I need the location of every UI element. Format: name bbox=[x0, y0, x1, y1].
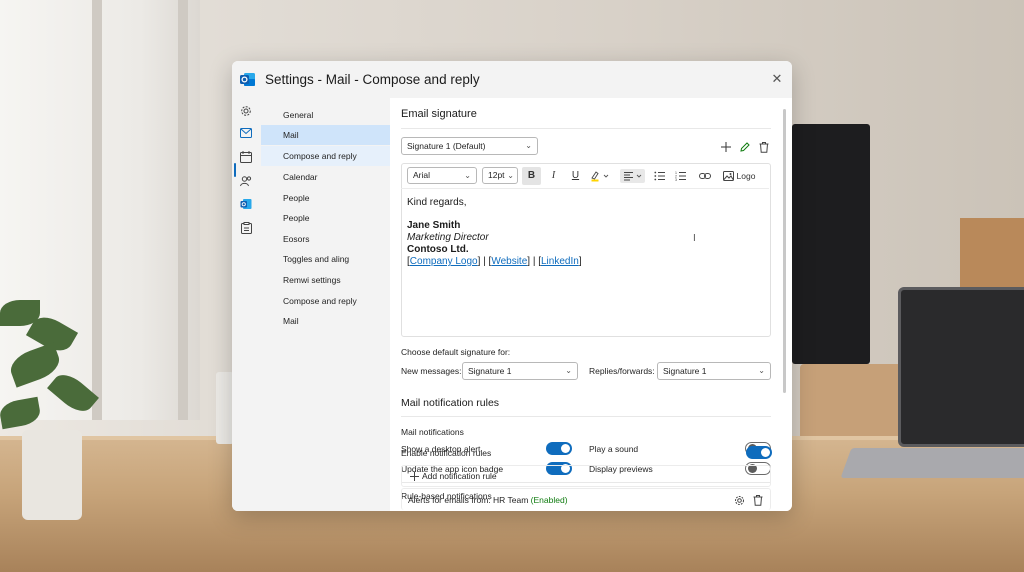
clipboard-icon[interactable] bbox=[239, 221, 253, 235]
laptop-base bbox=[840, 448, 1024, 478]
highlight-icon[interactable] bbox=[590, 169, 612, 183]
delete-signature-icon[interactable] bbox=[757, 140, 771, 154]
link-icon[interactable] bbox=[698, 169, 712, 183]
nav-item-people[interactable]: People bbox=[261, 188, 390, 208]
email-signature-heading: Email signature bbox=[401, 108, 477, 120]
signature-company: Contoso Ltd. bbox=[407, 244, 469, 255]
signature-select[interactable]: Signature 1 (Default) ⌄ bbox=[401, 137, 538, 155]
desktop-alert-toggle[interactable] bbox=[546, 442, 572, 455]
shelf bbox=[960, 218, 1024, 288]
outlook-icon bbox=[239, 71, 256, 88]
format-toolbar: Arial ⌄ 12pt ⌄ B I U 1 2 3 Logo bbox=[401, 163, 769, 189]
logo-button[interactable]: Logo bbox=[734, 167, 758, 185]
signature-name: Jane Smith bbox=[407, 220, 461, 231]
toggle-knob bbox=[761, 448, 770, 457]
nav-item-remwi-settings[interactable]: Remwi settings bbox=[261, 270, 390, 290]
signature-editor-inner: Arial ⌄ 12pt ⌄ B I U 1 2 3 Logo Kind reg… bbox=[401, 163, 771, 339]
nav-item-mail[interactable]: Mail bbox=[261, 125, 390, 145]
people-icon[interactable] bbox=[239, 174, 253, 188]
chevron-down-icon: ⌄ bbox=[464, 171, 471, 180]
linkedin-link[interactable]: LinkedIn bbox=[541, 256, 579, 267]
add-rule-label: Add notification rule bbox=[422, 471, 497, 481]
bullet-list-icon[interactable] bbox=[652, 169, 666, 183]
enable-rules-toggle[interactable] bbox=[746, 446, 772, 459]
edit-signature-icon[interactable] bbox=[738, 140, 752, 154]
icon-rail bbox=[232, 98, 261, 511]
mail-notifications-heading: Mail notifications bbox=[401, 427, 464, 437]
close-button[interactable]: ✕ bbox=[768, 70, 786, 88]
nav-item-general[interactable]: General bbox=[261, 105, 390, 125]
image-icon[interactable] bbox=[721, 169, 735, 183]
calendar-icon[interactable] bbox=[239, 150, 253, 164]
plus-icon bbox=[407, 469, 421, 483]
replies-forwards-select[interactable]: Signature 1 ⌄ bbox=[657, 362, 771, 380]
signature-job-title: Marketing Director bbox=[407, 232, 489, 243]
italic-button[interactable]: I bbox=[544, 167, 563, 185]
settings-subnav: General Mail Compose and reply Calendar … bbox=[261, 98, 390, 511]
rule-item-status: (Enabled) bbox=[530, 495, 568, 505]
font-select-value: Arial bbox=[413, 170, 431, 180]
new-messages-select[interactable]: Signature 1 ⌄ bbox=[462, 362, 578, 380]
bracket: ] bbox=[578, 256, 582, 267]
signature-select-value: Signature 1 (Default) bbox=[407, 141, 486, 151]
mail-icon[interactable] bbox=[239, 126, 253, 140]
replies-forwards-label: Replies/forwards: bbox=[589, 366, 655, 376]
chevron-down-icon: ⌄ bbox=[565, 366, 572, 375]
nav-item-compose-and-reply[interactable]: Compose and reply bbox=[261, 146, 390, 166]
svg-text:3: 3 bbox=[675, 178, 677, 181]
rule-item-description: Alerts for emails from: HR Team bbox=[408, 495, 529, 505]
enable-rules-label: Enable notification rules bbox=[401, 448, 492, 458]
new-messages-select-value: Signature 1 bbox=[468, 366, 512, 376]
bold-button[interactable]: B bbox=[522, 167, 541, 185]
nav-item-mail-2[interactable]: Mail bbox=[261, 311, 390, 331]
toggle-knob bbox=[561, 444, 570, 453]
rule-settings-icon[interactable] bbox=[732, 493, 746, 507]
size-select-value: 12pt bbox=[488, 170, 505, 180]
divider bbox=[401, 128, 771, 129]
window-frame bbox=[178, 0, 188, 420]
rule-item-text: Alerts for emails from: HR Team (Enabled… bbox=[408, 495, 568, 505]
laptop bbox=[898, 287, 1024, 447]
divider bbox=[401, 416, 771, 417]
chevron-down-icon: ⌄ bbox=[525, 141, 532, 150]
rule-item-row[interactable]: Alerts for emails from: HR Team (Enabled… bbox=[401, 488, 771, 510]
play-sound-label: Play a sound bbox=[589, 444, 639, 454]
font-select[interactable]: Arial ⌄ bbox=[407, 167, 477, 184]
title-bar: Settings - Mail - Compose and reply ✕ bbox=[232, 61, 792, 98]
new-messages-label: New messages: bbox=[401, 366, 462, 376]
rail-selection-indicator bbox=[234, 163, 236, 177]
outlook-app-icon[interactable] bbox=[239, 197, 253, 211]
company-logo-link[interactable]: Company Logo bbox=[410, 256, 478, 267]
nav-item-people-2[interactable]: People bbox=[261, 208, 390, 228]
numbered-list-icon[interactable]: 123 bbox=[673, 169, 687, 183]
content-scrollbar[interactable] bbox=[783, 109, 786, 393]
chevron-down-icon: ⌄ bbox=[758, 366, 765, 375]
underline-button[interactable]: U bbox=[566, 167, 585, 185]
dialog-title: Settings - Mail - Compose and reply bbox=[265, 72, 480, 87]
settings-dialog: Settings - Mail - Compose and reply ✕ Ge… bbox=[232, 61, 792, 511]
separator: ] | [ bbox=[477, 256, 492, 267]
add-signature-icon[interactable] bbox=[719, 140, 733, 154]
nav-item-compose-and-reply-2[interactable]: Compose and reply bbox=[261, 291, 390, 311]
signature-links-line: [Company Logo] | [Website] | [LinkedIn] bbox=[407, 256, 582, 267]
replies-forwards-select-value: Signature 1 bbox=[663, 366, 707, 376]
separator: ] | [ bbox=[527, 256, 541, 267]
signature-closing: Kind regards, bbox=[407, 197, 467, 208]
text-cursor-icon: I bbox=[693, 233, 696, 244]
default-signature-label: Choose default signature for: bbox=[401, 347, 511, 357]
gear-icon[interactable] bbox=[239, 104, 253, 118]
nav-item-calendar[interactable]: Calendar bbox=[261, 167, 390, 187]
nav-item-eosors[interactable]: Eosors bbox=[261, 229, 390, 249]
plant-pot bbox=[22, 430, 82, 520]
align-icon[interactable] bbox=[620, 169, 645, 183]
nav-item-toggles[interactable]: Toggles and aling bbox=[261, 249, 390, 269]
rule-delete-icon[interactable] bbox=[751, 493, 765, 507]
window-frame bbox=[92, 0, 102, 420]
notification-rules-heading: Mail notification rules bbox=[401, 397, 500, 409]
add-rule-row[interactable]: Add notification rule bbox=[401, 465, 771, 487]
website-link[interactable]: Website bbox=[491, 256, 527, 267]
monitor bbox=[792, 124, 870, 364]
chevron-down-icon: ⌄ bbox=[507, 171, 514, 180]
size-select[interactable]: 12pt ⌄ bbox=[482, 167, 518, 184]
